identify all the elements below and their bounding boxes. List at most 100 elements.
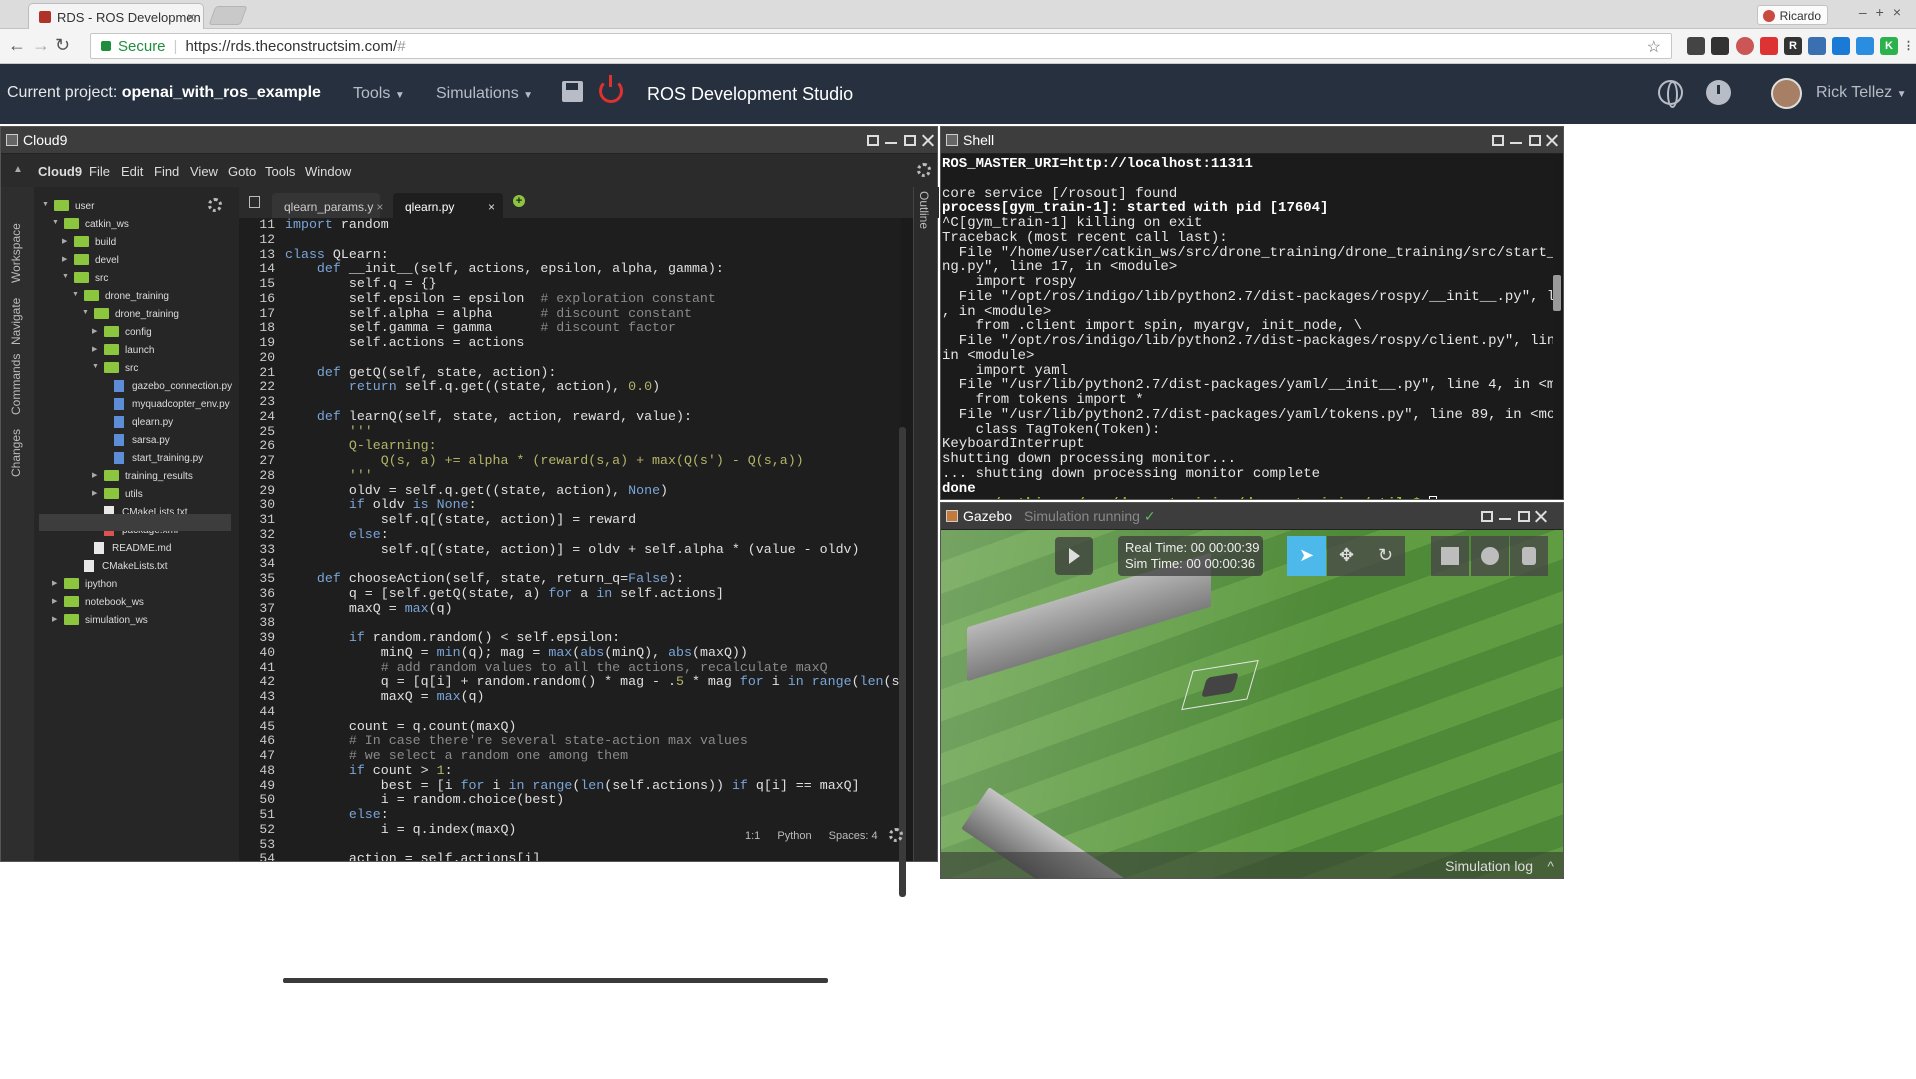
close-tab-icon[interactable]: × (376, 200, 383, 214)
terminal-output[interactable]: ROS_MASTER_URI=http://localhost:11311 co… (941, 155, 1553, 499)
menu-file[interactable]: File (89, 164, 110, 179)
bookmark-star-icon[interactable]: ☆ (1647, 37, 1661, 57)
minimize-icon[interactable] (1499, 512, 1511, 520)
globe-icon[interactable] (1658, 80, 1683, 108)
address-bar[interactable]: Secure | https://rds.theconstructsim.com/#… (90, 33, 1672, 59)
side-tab-workspace[interactable]: Workspace (9, 223, 23, 283)
close-icon[interactable] (1546, 135, 1558, 146)
menu-tools[interactable]: Tools (265, 164, 295, 179)
power-icon[interactable] (599, 75, 623, 103)
side-tab-navigate[interactable]: Navigate (9, 298, 23, 345)
save-icon[interactable] (562, 81, 583, 102)
code-line: if count > 1: (348, 762, 453, 778)
close-icon[interactable] (922, 135, 934, 146)
tools-menu[interactable]: Tools ▼ (353, 85, 405, 103)
restore-icon[interactable] (867, 135, 879, 146)
menu-edit[interactable]: Edit (121, 164, 143, 179)
close-icon[interactable] (1535, 511, 1547, 522)
reload-icon[interactable]: ↻ (55, 35, 70, 56)
editor-horizontal-scrollbar[interactable] (283, 978, 828, 983)
expanded-arrow-icon[interactable]: ▼ (72, 291, 79, 298)
maximize-icon[interactable] (1518, 511, 1530, 522)
menu-window[interactable]: Window (305, 164, 351, 179)
terminal-line: from tokens import * (942, 392, 1144, 408)
user-menu[interactable]: Rick Tellez ▼ (1816, 84, 1907, 102)
clock-icon[interactable] (1706, 80, 1731, 105)
translate-mode-icon[interactable]: ✥ (1327, 536, 1366, 576)
gazebo-3d-view[interactable]: Real Time: 00 00:00:39 Sim Time: 00 00:0… (941, 530, 1563, 878)
collapsed-arrow-icon[interactable]: ▶ (52, 597, 57, 605)
indent-spaces[interactable]: Spaces: 4 (829, 830, 878, 842)
forward-arrow-icon[interactable]: → (32, 35, 50, 56)
language-mode[interactable]: Python (777, 830, 811, 842)
ublock-icon[interactable] (1760, 37, 1778, 55)
code-editor[interactable]: import random class QLearn: def __init__… (279, 218, 901, 861)
expanded-arrow-icon[interactable]: ▼ (42, 201, 49, 208)
menu-view[interactable]: View (190, 164, 218, 179)
simulation-log-toggle[interactable]: Simulation log (941, 852, 1563, 878)
cursor-position[interactable]: 1:1 (745, 830, 760, 842)
simulations-menu[interactable]: Simulations ▼ (436, 85, 533, 103)
sphere-shape-icon[interactable] (1471, 536, 1509, 576)
tab-qlearn-params[interactable]: qlearn_params.y × (272, 193, 383, 218)
expanded-arrow-icon[interactable]: ▼ (82, 309, 89, 316)
outline-tab[interactable]: Outline (917, 191, 931, 229)
maximize-icon[interactable] (904, 135, 916, 146)
extension-k-icon[interactable]: K (1880, 37, 1898, 55)
rotate-mode-icon[interactable]: ↻ (1366, 536, 1405, 576)
cylinder-shape-icon[interactable] (1510, 536, 1548, 576)
extension-icon-6[interactable] (1808, 37, 1826, 55)
collapsed-arrow-icon[interactable]: ▶ (92, 471, 97, 479)
minimize-icon[interactable] (885, 136, 897, 144)
select-mode-icon[interactable]: ➤ (1287, 536, 1326, 576)
code-line: import random (285, 218, 389, 232)
terminal-line: shutting down processing monitor... (942, 451, 1237, 467)
add-tab-icon[interactable]: + (513, 195, 525, 207)
collapsed-arrow-icon[interactable]: ▶ (52, 615, 57, 623)
expanded-arrow-icon[interactable]: ▼ (52, 219, 59, 226)
collapsed-arrow-icon[interactable]: ▶ (92, 327, 97, 335)
restore-icon[interactable] (1481, 511, 1493, 522)
close-tab-icon[interactable]: × (488, 200, 495, 214)
settings-gear-icon[interactable] (917, 163, 931, 177)
terminal-scrollbar[interactable] (1553, 275, 1561, 311)
status-gear-icon[interactable] (888, 828, 903, 842)
profile-button[interactable]: Ricardo (1756, 5, 1828, 25)
extension-icon-2[interactable] (1711, 37, 1729, 55)
terminal-prompt-line[interactable]: user:~/catkin_ws/src/drone_training/dron… (942, 496, 1553, 499)
extension-icon-3[interactable] (1736, 37, 1754, 55)
tab-qlearn-py[interactable]: qlearn.py × (393, 193, 503, 218)
minimize-icon[interactable] (1510, 136, 1522, 144)
collapsed-arrow-icon[interactable]: ▶ (92, 489, 97, 497)
collapsed-arrow-icon[interactable]: ▶ (62, 255, 67, 263)
collapse-up-icon[interactable]: ▲ (13, 164, 23, 175)
extension-iq-icon[interactable] (1856, 37, 1874, 55)
menu-find[interactable]: Find (154, 164, 179, 179)
browser-tab[interactable]: RDS - ROS Developmen × (28, 3, 204, 29)
avatar[interactable] (1771, 78, 1802, 109)
window-controls[interactable]: –+× (1859, 4, 1910, 20)
chrome-menu-icon[interactable]: ⋮ (1903, 37, 1914, 55)
collapsed-arrow-icon[interactable]: ▶ (92, 345, 97, 353)
new-tab-button[interactable] (208, 6, 248, 25)
menu-cloud9[interactable]: Cloud9 (38, 164, 82, 179)
play-button[interactable] (1055, 537, 1093, 575)
restore-icon[interactable] (1492, 135, 1504, 146)
side-tab-changes[interactable]: Changes (9, 429, 23, 477)
extension-r-icon[interactable]: R (1784, 37, 1802, 55)
collapsed-arrow-icon[interactable]: ▶ (62, 237, 67, 245)
side-tab-commands[interactable]: Commands (9, 354, 23, 415)
back-arrow-icon[interactable]: ← (8, 35, 26, 56)
extension-new-icon[interactable] (1832, 37, 1850, 55)
expanded-arrow-icon[interactable]: ▼ (62, 273, 69, 280)
close-tab-icon[interactable]: × (187, 9, 195, 25)
tree-settings-gear-icon[interactable] (208, 198, 222, 212)
expanded-arrow-icon[interactable]: ▼ (92, 363, 99, 370)
extension-icon-1[interactable] (1687, 37, 1705, 55)
menu-goto[interactable]: Goto (228, 164, 256, 179)
file-tree-label: utils (125, 489, 143, 500)
collapsed-arrow-icon[interactable]: ▶ (52, 579, 57, 587)
tab-list-icon[interactable] (249, 196, 260, 208)
maximize-icon[interactable] (1529, 135, 1541, 146)
box-shape-icon[interactable] (1431, 536, 1469, 576)
